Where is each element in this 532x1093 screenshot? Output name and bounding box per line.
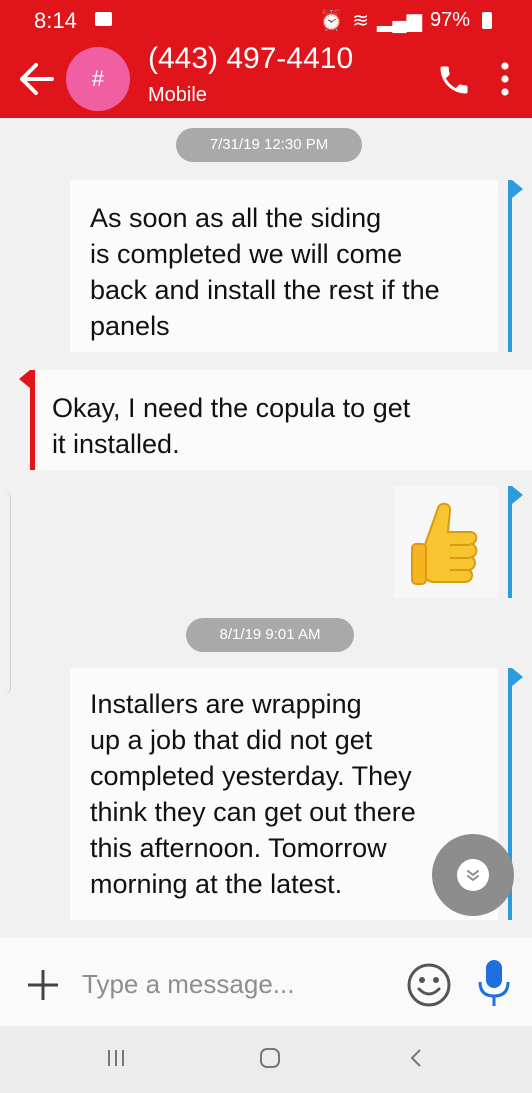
add-attachment-icon[interactable] bbox=[26, 968, 60, 1002]
status-indicators: ⏰ ≋ ▂▄▆ 97% bbox=[319, 8, 492, 33]
outgoing-flag-icon bbox=[512, 180, 523, 198]
recent-apps-icon[interactable] bbox=[104, 1046, 128, 1070]
signal-icon: ▂▄▆ bbox=[377, 10, 422, 32]
date-divider: 8/1/19 9:01 AM bbox=[186, 618, 354, 652]
incoming-marker bbox=[30, 370, 35, 470]
avatar[interactable]: # bbox=[66, 47, 130, 111]
thumbs-up-icon bbox=[411, 502, 478, 585]
back-nav-icon[interactable] bbox=[406, 1044, 426, 1072]
system-navigation-bar bbox=[0, 1026, 532, 1093]
battery-icon bbox=[482, 12, 492, 29]
scroll-to-bottom-button[interactable] bbox=[432, 834, 514, 916]
message-composer bbox=[0, 938, 532, 1026]
incoming-flag-icon bbox=[19, 370, 30, 388]
incoming-message[interactable]: Okay, I need the copula to get it instal… bbox=[38, 370, 532, 470]
status-bar: 8:14 ⏰ ≋ ▂▄▆ 97% bbox=[0, 0, 532, 40]
conversation-header: # (443) 497-4410 Mobile bbox=[0, 40, 532, 118]
gallery-notification-icon bbox=[95, 12, 112, 26]
contact-type: Mobile bbox=[148, 84, 207, 106]
phone-icon[interactable] bbox=[436, 62, 472, 98]
outgoing-marker bbox=[508, 180, 512, 352]
wifi-icon: ≋ bbox=[352, 10, 370, 32]
message-text: As soon as all the siding is completed w… bbox=[90, 203, 440, 341]
message-input[interactable] bbox=[80, 962, 384, 1006]
message-text: Okay, I need the copula to get it instal… bbox=[52, 393, 411, 459]
home-icon[interactable] bbox=[258, 1044, 282, 1072]
outgoing-message-emoji[interactable] bbox=[394, 486, 498, 598]
scroll-edge-indicator bbox=[0, 490, 11, 695]
more-options-icon[interactable] bbox=[496, 58, 514, 100]
status-time: 8:14 bbox=[34, 8, 77, 33]
outgoing-flag-icon bbox=[512, 668, 523, 686]
battery-percent: 97% bbox=[429, 9, 470, 31]
outgoing-flag-icon bbox=[512, 486, 523, 504]
contact-number[interactable]: (443) 497-4410 bbox=[148, 42, 353, 76]
emoji-icon[interactable] bbox=[406, 962, 452, 1008]
back-arrow-icon[interactable] bbox=[16, 60, 56, 98]
chevron-down-icon bbox=[457, 859, 489, 891]
alarm-icon: ⏰ bbox=[319, 10, 345, 32]
date-divider: 7/31/19 12:30 PM bbox=[176, 128, 362, 162]
microphone-icon[interactable] bbox=[474, 958, 514, 1010]
outgoing-message[interactable]: As soon as all the siding is completed w… bbox=[70, 180, 498, 352]
